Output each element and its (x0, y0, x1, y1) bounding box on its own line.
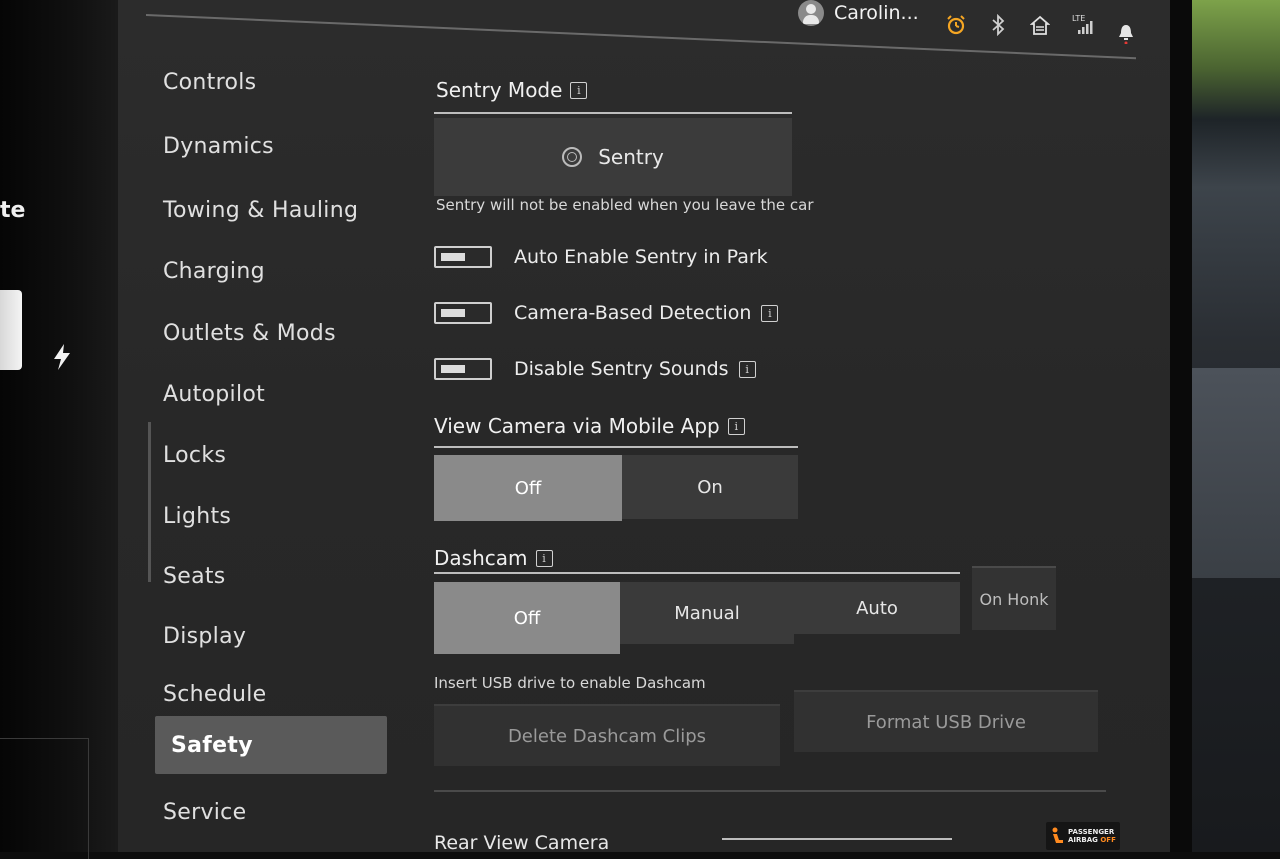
airbag-line2: AIRBAG OFF (1068, 836, 1116, 844)
sidebar-item-service[interactable]: Service (163, 800, 246, 825)
sidebar-item-seats[interactable]: Seats (163, 564, 226, 589)
airbag-line1: PASSENGER (1068, 828, 1115, 836)
safety-settings-panel: Sentry Mode i Sentry Sentry will not be … (434, 0, 1134, 854)
dashcam-off-option[interactable]: Off (434, 582, 620, 654)
sidebar-item-charging[interactable]: Charging (163, 259, 265, 284)
camera-detection-label: Camera-Based Detection (514, 302, 752, 324)
sentry-button[interactable]: Sentry (434, 118, 792, 196)
sidebar-item-autopilot[interactable]: Autopilot (163, 382, 265, 407)
sentry-note: Sentry will not be enabled when you leav… (436, 196, 814, 214)
sidebar-item-lights[interactable]: Lights (163, 504, 231, 529)
disable-sentry-sounds-row[interactable]: Disable Sentry Sounds i (434, 358, 756, 380)
view-camera-selector: Off On (434, 455, 798, 521)
auto-enable-sentry-row[interactable]: Auto Enable Sentry in Park (434, 246, 768, 268)
disable-sentry-sounds-toggle[interactable] (434, 358, 492, 380)
dashcam-title-text: Dashcam (434, 546, 528, 570)
sidebar-item-locks[interactable]: Locks (163, 443, 226, 468)
camera-detection-toggle[interactable] (434, 302, 492, 324)
rear-view-underline (722, 838, 952, 840)
sidebar-item-outlets[interactable]: Outlets & Mods (163, 321, 336, 346)
settings-screen: Carolin... LTE Controls Dynamics Towing … (118, 0, 1170, 854)
delete-dashcam-clips-button[interactable]: Delete Dashcam Clips (434, 704, 780, 766)
passenger-airbag-indicator: PASSENGER AIRBAG OFF (1046, 822, 1120, 850)
left-bezel: te (0, 0, 118, 859)
view-camera-underline (434, 446, 798, 448)
airbag-text: PASSENGER AIRBAG OFF (1068, 828, 1116, 844)
charging-bolt-icon (54, 344, 70, 370)
dashcam-underline (434, 572, 960, 574)
info-icon[interactable]: i (535, 549, 553, 567)
view-camera-title: View Camera via Mobile App i (434, 414, 745, 438)
view-camera-title-text: View Camera via Mobile App (434, 414, 720, 438)
view-camera-off-option[interactable]: Off (434, 455, 622, 521)
sentry-button-label: Sentry (598, 145, 664, 169)
auto-enable-sentry-toggle[interactable] (434, 246, 492, 268)
view-camera-on-option[interactable]: On (622, 455, 798, 519)
sidebar-item-controls[interactable]: Controls (163, 70, 256, 95)
info-icon[interactable]: i (727, 417, 745, 435)
format-usb-drive-button[interactable]: Format USB Drive (794, 690, 1098, 752)
sidebar-item-display[interactable]: Display (163, 624, 246, 649)
disable-sentry-sounds-label: Disable Sentry Sounds (514, 358, 729, 380)
info-icon[interactable]: i (761, 304, 779, 322)
sidebar-scrollbar[interactable] (148, 422, 151, 582)
section-divider (434, 790, 1106, 792)
right-bezel (1170, 0, 1280, 852)
sentry-title-underline (434, 112, 792, 114)
edge-text-fragment: te (0, 198, 26, 223)
map-object (0, 290, 22, 370)
sidebar-item-safety[interactable]: Safety (155, 716, 387, 774)
sidebar-item-schedule[interactable]: Schedule (163, 682, 267, 707)
sidebar-item-towing[interactable]: Towing & Hauling (163, 198, 358, 223)
sentry-mode-title-text: Sentry Mode (436, 78, 563, 102)
info-icon[interactable]: i (738, 360, 756, 378)
airbag-word: AIRBAG (1068, 836, 1098, 844)
sentry-mode-title: Sentry Mode i (436, 78, 588, 102)
dashcam-selector: Off Manual Auto (434, 582, 960, 654)
dashcam-manual-option[interactable]: Manual (620, 582, 794, 644)
rear-view-camera-title: Rear View Camera (434, 832, 610, 854)
auto-enable-sentry-label: Auto Enable Sentry in Park (514, 246, 768, 268)
sidebar-item-dynamics[interactable]: Dynamics (163, 134, 274, 159)
usb-note: Insert USB drive to enable Dashcam (434, 674, 706, 692)
sentry-radio-icon (562, 147, 583, 167)
dashboard-vent (1192, 368, 1280, 578)
screen-frame (1170, 0, 1192, 852)
dashcam-title: Dashcam i (434, 546, 553, 570)
dashcam-on-honk-option[interactable]: On Honk (972, 566, 1056, 630)
airbag-seat-icon (1052, 827, 1063, 843)
panel-frame (0, 738, 89, 859)
camera-detection-row[interactable]: Camera-Based Detection i (434, 302, 779, 324)
info-icon[interactable]: i (570, 81, 588, 99)
airbag-off-word: OFF (1100, 836, 1116, 844)
dashcam-auto-option[interactable]: Auto (794, 582, 960, 634)
